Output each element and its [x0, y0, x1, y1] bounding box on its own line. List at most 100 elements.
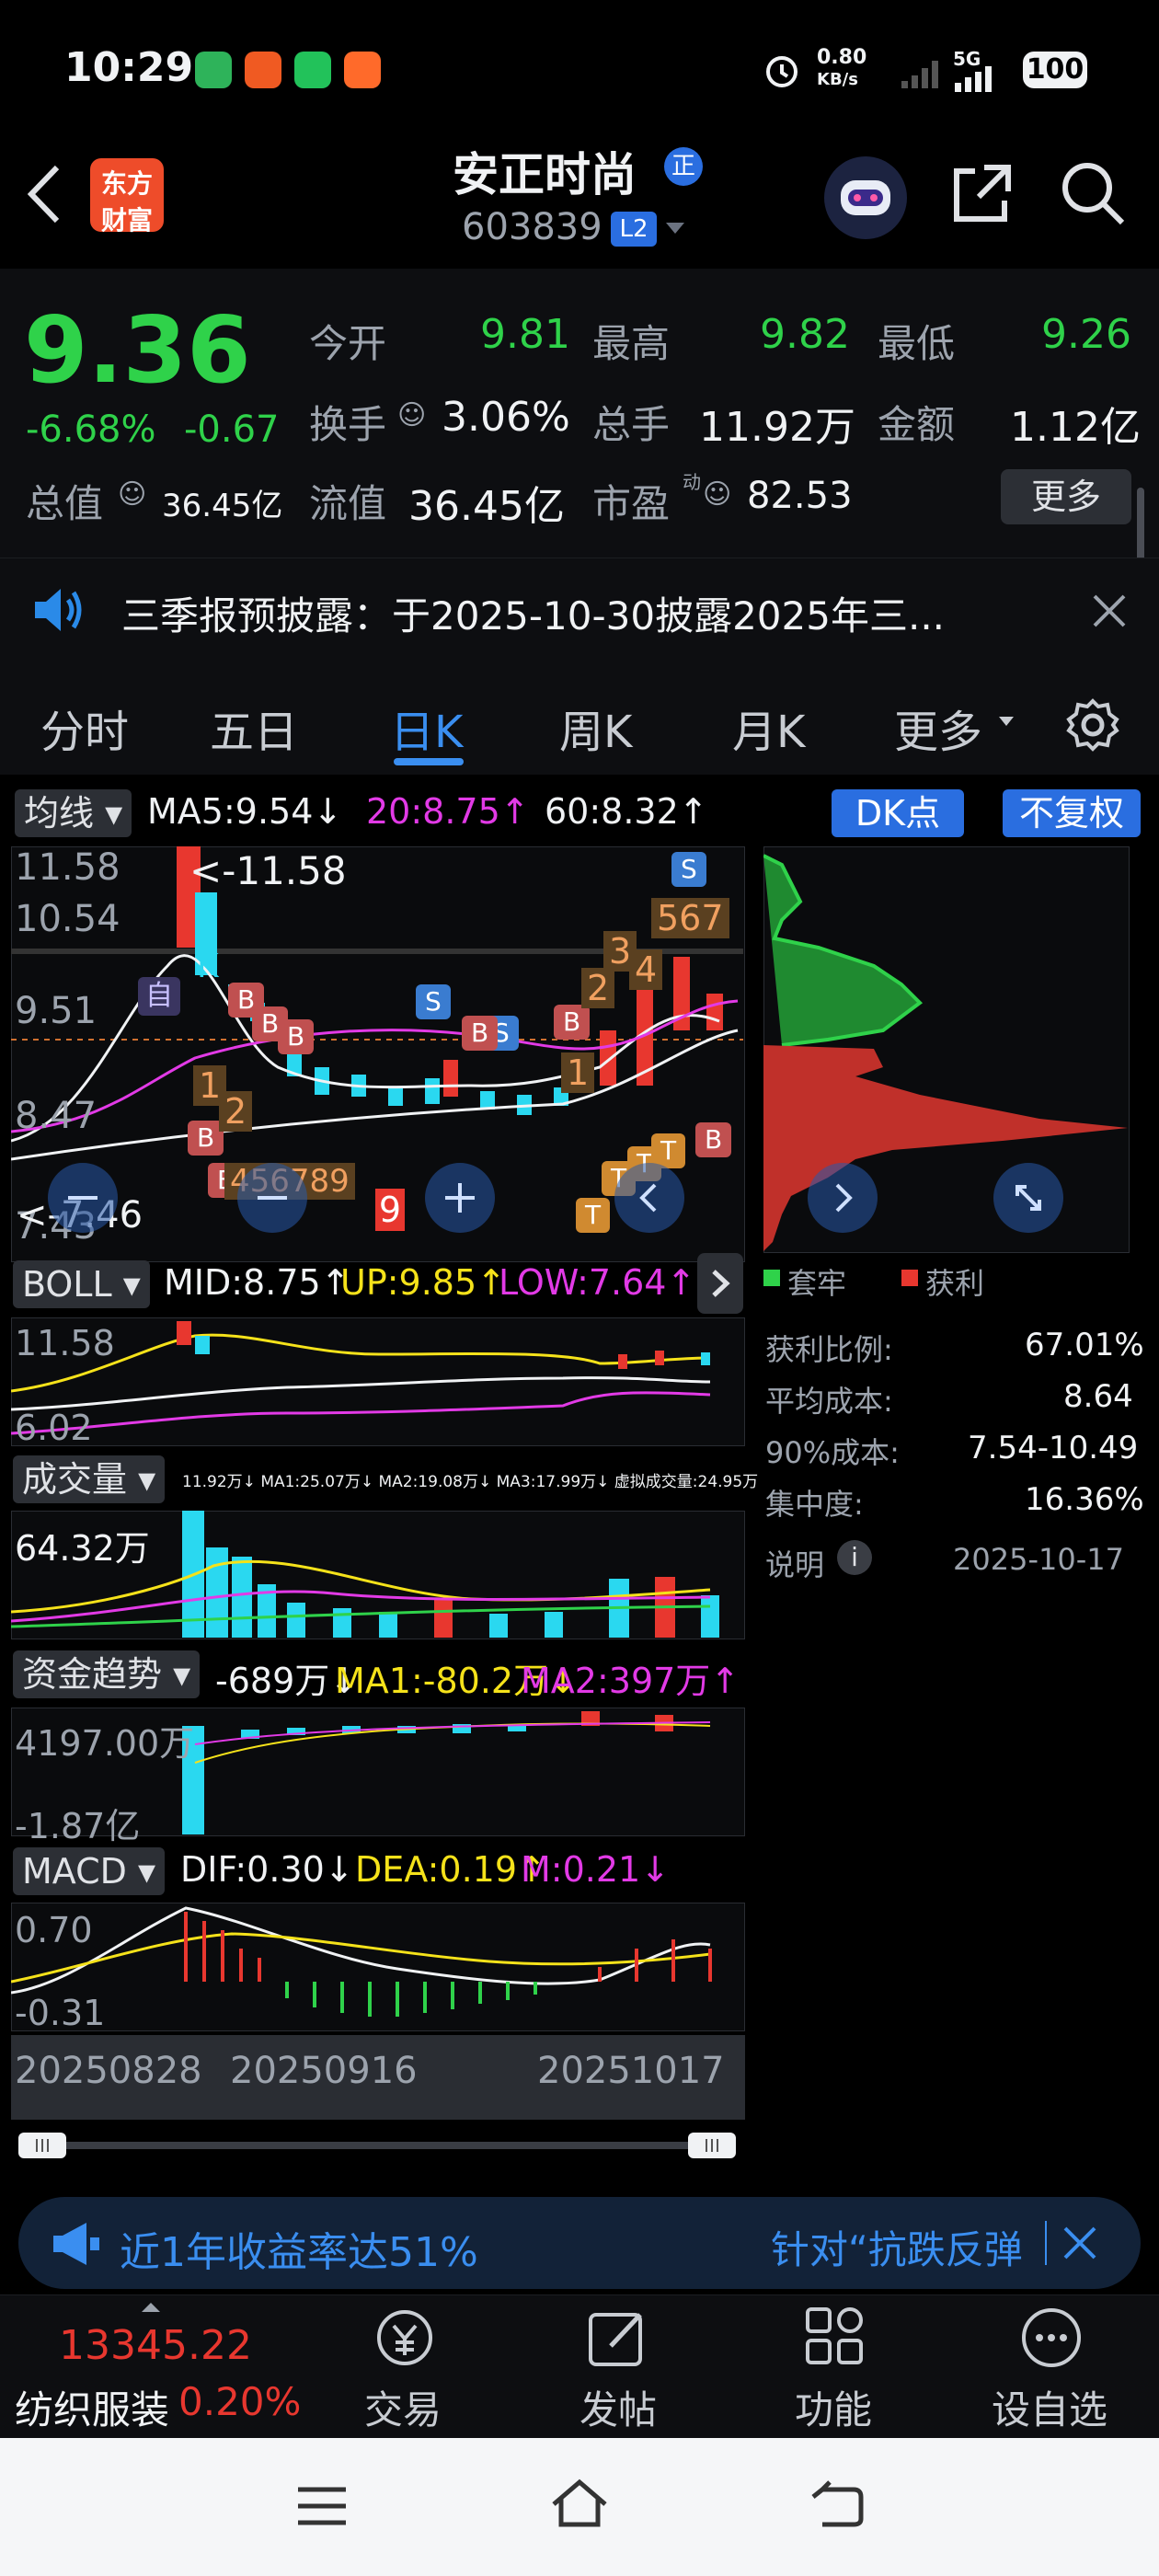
battery-indicator: 100 [1023, 52, 1087, 88]
profit-legend-label: 获利 [925, 1266, 985, 1301]
home-icon[interactable] [548, 2477, 611, 2534]
tab-daily-k[interactable]: 日K [390, 696, 463, 760]
info-smiley-icon[interactable]: ☺ [397, 399, 426, 431]
nav-trade-label[interactable]: 交易 [364, 2379, 442, 2435]
change-value: -0.67 [184, 408, 280, 451]
sell-signal-badge[interactable]: S [671, 852, 706, 887]
notice-text[interactable]: 三季报预披露：于2025-10-30披露2025年三... [121, 585, 945, 641]
zoom-out-button[interactable] [48, 1163, 118, 1233]
close-icon[interactable] [1061, 2225, 1098, 2265]
caret-down-icon[interactable] [997, 714, 1016, 731]
assistant-robot-icon[interactable] [824, 156, 907, 239]
boll-selector[interactable]: BOLL ▾ [13, 1260, 150, 1308]
last-price: 9.36 [24, 296, 251, 404]
high-label: 最高 [592, 321, 671, 366]
sequence-nine: 9 [375, 1189, 405, 1231]
range-slider-track[interactable] [18, 2142, 736, 2149]
change-percent: -6.68% [26, 408, 156, 451]
expand-icon[interactable] [993, 1163, 1063, 1233]
market-cap-label: 总值 [26, 481, 104, 526]
low-value: 9.26 [1041, 311, 1131, 358]
adjust-button[interactable]: 不复权 [1003, 789, 1141, 837]
fund-ma2: MA2:397万↑ [521, 1661, 740, 1701]
nav-functions-label[interactable]: 功能 [795, 2379, 872, 2435]
zoom-out-button[interactable] [237, 1163, 307, 1233]
dk-point-button[interactable]: DK点 [832, 789, 964, 837]
volume-value: 11.92万 [699, 404, 855, 451]
buy-signal-badge[interactable]: B [554, 1005, 591, 1040]
chip-explain-label[interactable]: 说明 [765, 1542, 824, 1584]
stock-name: 安正时尚 [453, 148, 637, 201]
net-speed-unit: KB/s [817, 70, 858, 89]
share-icon[interactable] [947, 158, 1017, 232]
sector-index-value[interactable]: 13345.22 [59, 2322, 252, 2369]
tab-more[interactable]: 更多 [894, 696, 982, 760]
megaphone-icon [50, 2219, 103, 2272]
buy-signal-badge[interactable]: B [695, 1122, 732, 1157]
macd-y-top: 0.70 [15, 1910, 93, 1950]
post-edit-icon[interactable] [585, 2306, 649, 2374]
more-quote-button[interactable]: 更多 [1001, 469, 1131, 524]
info-smiley-icon[interactable]: ☺ [118, 478, 146, 511]
search-icon[interactable] [1058, 158, 1128, 232]
settings-gear-icon[interactable] [1063, 696, 1122, 758]
level2-badge[interactable]: L2 [611, 212, 657, 247]
nav-post-label[interactable]: 发帖 [580, 2379, 657, 2435]
wechat-icon [294, 52, 331, 88]
promo-left-text[interactable]: 近1年收益率达51% [120, 2219, 478, 2278]
buy-signal-badge[interactable]: B [462, 1016, 499, 1051]
trapped-legend-swatch [763, 1270, 780, 1286]
sector-change: 0.20% [178, 2379, 302, 2424]
y-tick-label: 8.47 [15, 1095, 98, 1137]
back-nav-icon[interactable] [809, 2480, 865, 2534]
date-label: 20250828 [15, 2050, 202, 2092]
functions-grid-icon[interactable] [804, 2306, 865, 2370]
zoom-in-icon[interactable] [425, 1163, 495, 1233]
range-slider-handle-left[interactable] [18, 2133, 66, 2158]
caret-up-icon[interactable] [140, 2300, 162, 2317]
trade-yen-icon[interactable] [368, 2306, 438, 2374]
tab-five-day[interactable]: 五日 [210, 696, 298, 760]
float-cap-label: 流值 [309, 481, 387, 526]
sell-signal-badge[interactable]: S [416, 984, 451, 1019]
low-label: 最低 [878, 321, 956, 366]
ma-selector[interactable]: 均线 ▾ [15, 789, 132, 837]
fund-trend-selector[interactable]: 资金趋势 ▾ [13, 1650, 201, 1698]
app-logo[interactable]: 东方 财富 [90, 158, 164, 236]
sequence-count: 2 [219, 1091, 253, 1132]
boll-up: UP:9.85↑ [340, 1262, 506, 1303]
sector-name[interactable]: 纺织服装 [15, 2379, 169, 2435]
high-value: 9.82 [760, 311, 850, 358]
chevron-right-icon[interactable] [697, 1253, 743, 1314]
boll-y-top: 11.58 [15, 1323, 115, 1363]
macd-selector[interactable]: MACD ▾ [13, 1847, 166, 1895]
volume-label: 总手 [592, 402, 671, 447]
back-icon[interactable] [24, 162, 64, 230]
y-tick-label: 9.51 [15, 990, 98, 1032]
tab-intraday[interactable]: 分时 [40, 696, 129, 760]
chip-row-label: 90%成本: [765, 1435, 900, 1470]
tab-weekly-k[interactable]: 周K [559, 696, 632, 760]
sequence-count: 4 [629, 949, 663, 990]
ma5-value: MA5:9.54↓ [147, 791, 343, 832]
buy-signal-badge[interactable]: B [278, 1019, 315, 1054]
menu-icon[interactable] [296, 2484, 348, 2532]
tab-monthly-k[interactable]: 月K [732, 696, 805, 760]
volume-selector[interactable]: 成交量 ▾ [13, 1455, 166, 1503]
scroll-right-icon[interactable] [808, 1163, 878, 1233]
info-smiley-icon[interactable]: ☺ [703, 478, 731, 511]
sequence-count: 567 [651, 898, 729, 938]
nav-add-watchlist-label[interactable]: 设自选 [992, 2379, 1107, 2435]
range-slider-handle-right[interactable] [688, 2133, 736, 2158]
close-icon[interactable] [1091, 592, 1128, 633]
pe-value: 82.53 [747, 475, 853, 517]
profit-legend-swatch [901, 1270, 918, 1286]
promo-right-text[interactable]: 针对“抗跌反弹 [771, 2219, 1047, 2275]
scroll-left-icon[interactable] [614, 1163, 684, 1233]
more-dots-icon[interactable] [1019, 2306, 1084, 2374]
t-signal-badge[interactable]: T [576, 1198, 611, 1233]
info-icon[interactable]: i [837, 1540, 872, 1575]
chevron-down-icon[interactable] [664, 221, 686, 239]
app-notification-icon [344, 52, 381, 88]
max-price-label: <-11.58 [189, 848, 347, 893]
